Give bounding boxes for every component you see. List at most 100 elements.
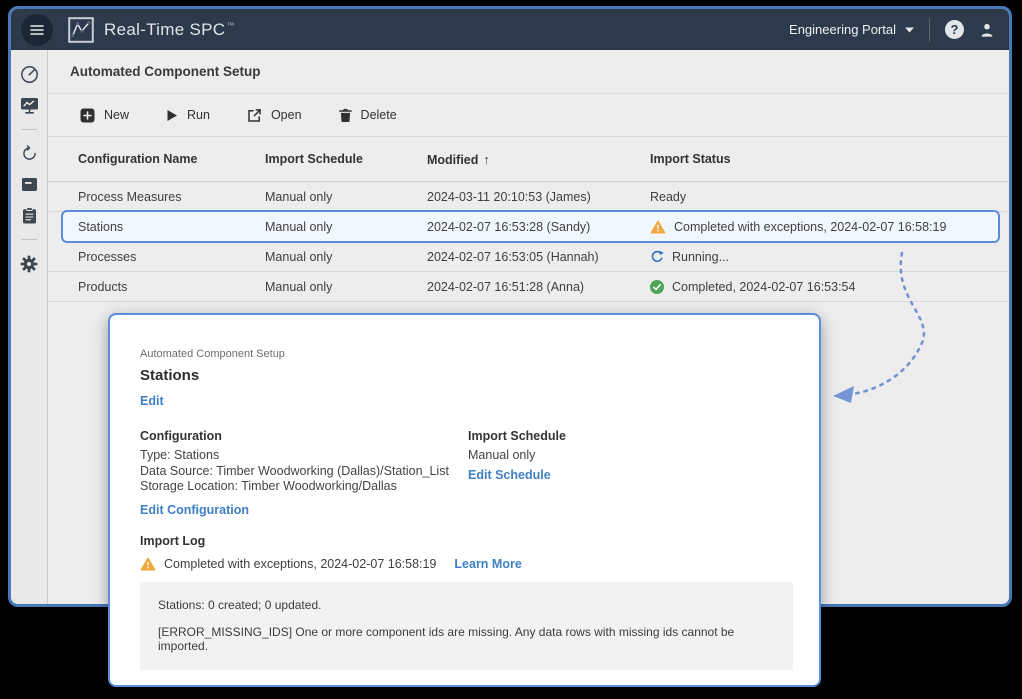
column-header-import-schedule[interactable]: Import Schedule bbox=[265, 152, 427, 166]
sidebar-divider bbox=[21, 239, 37, 240]
sidebar-item-sync[interactable] bbox=[20, 144, 39, 163]
cell-import-status: Ready bbox=[650, 190, 1009, 204]
top-navigation-bar: Real-Time SPC™ Engineering Portal ? bbox=[11, 9, 1009, 50]
page-title: Automated Component Setup bbox=[70, 64, 261, 79]
sidebar-item-dashboard[interactable] bbox=[20, 65, 39, 84]
table-row-products[interactable]: Products Manual only 2024-02-07 16:51:28… bbox=[48, 272, 1009, 302]
monitor-chart-icon bbox=[20, 97, 39, 114]
portal-selector[interactable]: Engineering Portal bbox=[789, 22, 914, 37]
help-icon: ? bbox=[951, 22, 959, 37]
run-button[interactable]: Run bbox=[166, 108, 210, 122]
delete-button-label: Delete bbox=[361, 108, 397, 122]
learn-more-link[interactable]: Learn More bbox=[454, 557, 521, 571]
table-header: Configuration Name Import Schedule Modif… bbox=[48, 137, 1009, 182]
screenshot-root: { "topbar": { "brand": "Real-Time SPC", … bbox=[0, 0, 1022, 699]
open-button[interactable]: Open bbox=[247, 108, 302, 123]
log-line-summary: Stations: 0 created; 0 updated. bbox=[158, 598, 775, 612]
warning-triangle-icon bbox=[140, 557, 156, 571]
cell-configuration-name: Stations bbox=[78, 220, 265, 234]
cell-import-schedule: Manual only bbox=[265, 190, 427, 204]
sidebar-divider bbox=[21, 129, 37, 130]
import-schedule-heading: Import Schedule bbox=[468, 429, 566, 443]
popup-columns: Configuration Type: Stations Data Source… bbox=[140, 429, 789, 519]
cell-modified: 2024-03-11 20:10:53 (James) bbox=[427, 190, 650, 204]
trash-icon bbox=[339, 108, 352, 123]
configuration-data-source: Data Source: Timber Woodworking (Dallas)… bbox=[140, 464, 468, 480]
help-button[interactable]: ? bbox=[945, 20, 964, 39]
sync-icon bbox=[21, 145, 38, 162]
brand-title: Real-Time SPC™ bbox=[104, 20, 235, 40]
cell-configuration-name: Process Measures bbox=[78, 190, 265, 204]
open-external-icon bbox=[247, 108, 262, 123]
plus-square-icon bbox=[80, 108, 95, 123]
cell-modified: 2024-02-07 16:53:28 (Sandy) bbox=[427, 220, 650, 234]
running-refresh-icon bbox=[650, 250, 664, 264]
hamburger-menu-button[interactable] bbox=[21, 14, 53, 46]
column-header-modified[interactable]: Modified↑ bbox=[427, 152, 650, 167]
import-log-status-text: Completed with exceptions, 2024-02-07 16… bbox=[164, 557, 436, 571]
table-row-processes[interactable]: Processes Manual only 2024-02-07 16:53:0… bbox=[48, 242, 1009, 272]
storage-box-icon bbox=[21, 177, 38, 192]
app-logo bbox=[68, 17, 94, 43]
configuration-section: Configuration Type: Stations Data Source… bbox=[140, 429, 468, 519]
open-button-label: Open bbox=[271, 108, 302, 122]
warning-triangle-icon bbox=[650, 220, 666, 234]
edit-schedule-link[interactable]: Edit Schedule bbox=[468, 468, 551, 482]
sort-ascending-icon: ↑ bbox=[483, 152, 490, 167]
cell-configuration-name: Products bbox=[78, 280, 265, 294]
portal-label: Engineering Portal bbox=[789, 22, 896, 37]
cell-import-status: Completed, 2024-02-07 16:53:54 bbox=[650, 280, 1009, 294]
hamburger-menu-icon bbox=[30, 25, 44, 35]
delete-button[interactable]: Delete bbox=[339, 108, 397, 123]
success-check-icon bbox=[650, 280, 664, 294]
log-line-error: [ERROR_MISSING_IDS] One or more componen… bbox=[158, 625, 775, 653]
toolbar: New Run Open bbox=[48, 94, 1009, 137]
status-text: Completed, 2024-02-07 16:53:54 bbox=[672, 280, 855, 294]
status-text: Ready bbox=[650, 190, 686, 204]
chevron-down-icon bbox=[905, 27, 914, 33]
import-log-heading: Import Log bbox=[140, 534, 789, 548]
configuration-heading: Configuration bbox=[140, 429, 468, 443]
cell-configuration-name: Processes bbox=[78, 250, 265, 264]
cell-import-status: Running... bbox=[650, 250, 1009, 264]
configuration-type: Type: Stations bbox=[140, 448, 468, 464]
detail-popup-stations: Automated Component Setup Stations Edit … bbox=[108, 313, 821, 687]
import-log-output: Stations: 0 created; 0 updated. [ERROR_M… bbox=[140, 582, 793, 670]
cell-import-schedule: Manual only bbox=[265, 250, 427, 264]
column-header-configuration-name[interactable]: Configuration Name bbox=[78, 152, 265, 166]
cell-modified: 2024-02-07 16:51:28 (Anna) bbox=[427, 280, 650, 294]
status-text: Running... bbox=[672, 250, 729, 264]
gauge-icon bbox=[20, 65, 39, 84]
cell-import-status: Completed with exceptions, 2024-02-07 16… bbox=[650, 220, 1009, 234]
column-header-import-status[interactable]: Import Status bbox=[650, 152, 1009, 166]
status-text: Completed with exceptions, 2024-02-07 16… bbox=[674, 220, 946, 234]
popup-eyebrow: Automated Component Setup bbox=[140, 348, 789, 360]
topbar-right-group: Engineering Portal ? bbox=[789, 18, 995, 42]
configuration-storage-location: Storage Location: Timber Woodworking/Dal… bbox=[140, 479, 468, 495]
cell-import-schedule: Manual only bbox=[265, 280, 427, 294]
import-schedule-value: Manual only bbox=[468, 448, 566, 464]
sidebar-item-reports[interactable] bbox=[20, 206, 39, 225]
cell-modified: 2024-02-07 16:53:05 (Hannah) bbox=[427, 250, 650, 264]
sidebar-item-storage[interactable] bbox=[20, 175, 39, 194]
spc-chart-logo-icon bbox=[68, 17, 94, 43]
user-icon[interactable] bbox=[979, 22, 995, 38]
new-button[interactable]: New bbox=[80, 108, 129, 123]
sidebar-item-monitoring[interactable] bbox=[20, 96, 39, 115]
popup-title: Stations bbox=[140, 367, 789, 384]
table-row-stations-selected[interactable]: Stations Manual only 2024-02-07 16:53:28… bbox=[48, 212, 1009, 242]
play-icon bbox=[166, 109, 178, 122]
left-sidebar bbox=[11, 50, 48, 607]
import-schedule-section: Import Schedule Manual only Edit Schedul… bbox=[468, 429, 566, 519]
import-log-status-line: Completed with exceptions, 2024-02-07 16… bbox=[140, 557, 789, 571]
clipboard-icon bbox=[22, 207, 37, 224]
gear-icon bbox=[20, 255, 38, 273]
edit-link[interactable]: Edit bbox=[140, 394, 164, 408]
edit-configuration-link[interactable]: Edit Configuration bbox=[140, 503, 249, 517]
sidebar-item-settings[interactable] bbox=[20, 254, 39, 273]
cell-import-schedule: Manual only bbox=[265, 220, 427, 234]
table-row-process-measures[interactable]: Process Measures Manual only 2024-03-11 … bbox=[48, 182, 1009, 212]
page-header: Automated Component Setup bbox=[48, 50, 1009, 94]
new-button-label: New bbox=[104, 108, 129, 122]
table-body: Process Measures Manual only 2024-03-11 … bbox=[48, 182, 1009, 302]
